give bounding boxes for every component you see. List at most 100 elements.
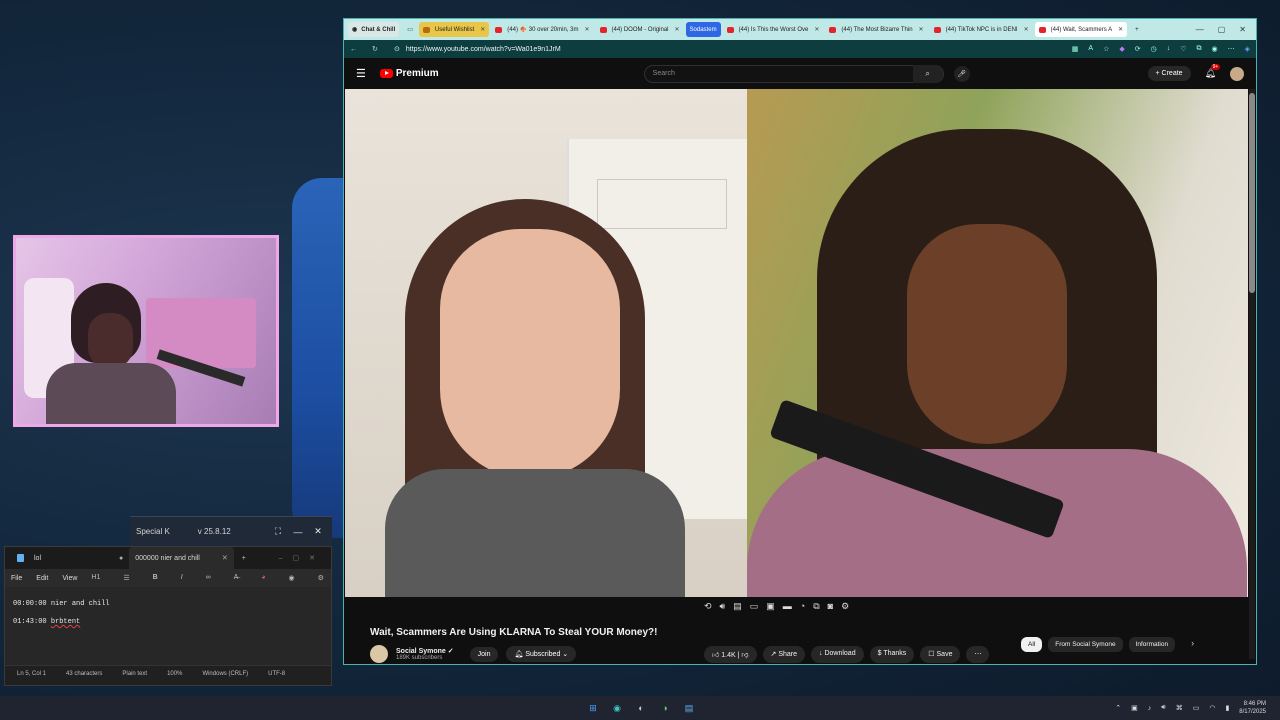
list-icon[interactable]: ☰ xyxy=(123,574,129,582)
fullscreen-icon[interactable]: ⛶ xyxy=(270,525,286,539)
settings-icon[interactable]: ⚙ xyxy=(841,601,849,612)
tab-actions-icon[interactable]: ▭ xyxy=(407,26,413,33)
close-button[interactable]: ✕ xyxy=(310,525,326,539)
tray-volume-icon[interactable]: 🔊︎ xyxy=(1161,704,1165,712)
notepad-tab-nier[interactable]: 000000 nier and chill ✕ xyxy=(129,547,234,569)
speed-icon[interactable]: ◔ xyxy=(800,601,805,612)
create-button[interactable]: + Create xyxy=(1147,66,1191,81)
avatar[interactable] xyxy=(1230,66,1244,81)
tab-item[interactable]: (44) TikTok NPC is in DENI ✕ xyxy=(930,22,1033,37)
tray-wifi-icon[interactable]: ◠ xyxy=(1209,704,1215,712)
chip-information[interactable]: Information xyxy=(1128,637,1176,652)
chevron-right-icon[interactable]: › xyxy=(1191,637,1194,652)
screenshot-icon[interactable]: ◙ xyxy=(828,601,833,612)
notifications-icon[interactable]: 🔔︎ 9+ xyxy=(1205,64,1221,79)
chip-from-channel[interactable]: From Social Symone xyxy=(1048,637,1123,652)
search-input[interactable]: Search ⌕ xyxy=(643,64,944,83)
collections-icon[interactable]: ⧉ xyxy=(1197,45,1202,53)
notepad-text-area[interactable]: 00:00:00 nier and chill 01:43:00 brbtent xyxy=(5,587,331,665)
theater-icon[interactable]: ▬ xyxy=(783,601,792,612)
history-icon[interactable]: ◷ xyxy=(1151,45,1157,53)
tab-item[interactable]: (44) Is This the Worst Ove ✕ xyxy=(723,22,824,37)
account-icon[interactable]: ◉ xyxy=(289,574,295,582)
minimize-button[interactable]: — xyxy=(1196,25,1204,34)
copilot-icon[interactable]: ◈ xyxy=(1245,45,1250,53)
edge-icon[interactable]: ◉ xyxy=(610,701,624,715)
menu-file[interactable]: File xyxy=(11,575,22,582)
tray-mic-icon[interactable]: ♪ xyxy=(1148,705,1152,712)
notepad-tab-lol[interactable]: lol ● xyxy=(11,547,129,569)
chip-all[interactable]: All xyxy=(1021,637,1043,652)
obs-icon[interactable]: ◐ xyxy=(634,701,648,715)
clock[interactable]: 8:46 PM 8/17/2025 xyxy=(1239,700,1266,716)
copilot-icon[interactable]: ◕ xyxy=(261,574,265,582)
cc-icon[interactable]: ▤ xyxy=(733,601,742,612)
menu-edit[interactable]: Edit xyxy=(36,575,48,582)
loop-icon[interactable]: ⟲ xyxy=(704,601,712,612)
refresh-ext-icon[interactable]: ⟳ xyxy=(1135,45,1141,53)
refresh-icon[interactable]: ↻ xyxy=(372,45,394,53)
download-button[interactable]: ↓ Download xyxy=(811,646,864,663)
tray-battery-icon[interactable]: ▮ xyxy=(1225,704,1229,712)
heart-icon[interactable]: ♡ xyxy=(1180,45,1186,53)
notepad-taskbar-icon[interactable]: ▤ xyxy=(682,701,696,715)
youtube-logo[interactable]: Premium xyxy=(379,68,439,79)
save-button[interactable]: ☐ Save xyxy=(920,646,961,663)
tab-item[interactable]: Useful Wishlist ✕ xyxy=(418,22,490,37)
link-icon[interactable]: ∞ xyxy=(206,574,211,582)
heading-dropdown[interactable]: H1 xyxy=(91,574,100,582)
new-tab-button[interactable]: + xyxy=(1135,27,1139,33)
join-button[interactable]: Join xyxy=(469,646,499,662)
thanks-button[interactable]: $ Thanks xyxy=(869,646,915,663)
video-player[interactable] xyxy=(345,89,1248,597)
channel-avatar[interactable] xyxy=(370,645,388,663)
tab-item[interactable]: (44) DOOM - Original ✕ xyxy=(596,22,684,37)
bold-icon[interactable]: B xyxy=(153,574,158,582)
start-icon[interactable]: ⊞ xyxy=(586,701,600,715)
tab-group-chat-chill[interactable]: ◉ Chat & Chill xyxy=(348,22,400,37)
clip-icon[interactable]: ▭ xyxy=(750,601,759,612)
menu-view[interactable]: View xyxy=(62,575,77,582)
window-controls[interactable]: –▢✕ xyxy=(279,554,325,562)
page-scrollbar[interactable] xyxy=(1249,89,1255,659)
tray-app-icon[interactable]: ▣ xyxy=(1131,704,1138,712)
app-icon[interactable]: ◑ xyxy=(658,701,672,715)
voice-search-icon[interactable]: 🎤︎ xyxy=(953,65,970,82)
profile-icon[interactable]: ◉ xyxy=(1212,45,1218,53)
channel-name[interactable]: Social Symone ✓ xyxy=(396,647,454,655)
more-actions-button[interactable]: ⋯ xyxy=(966,646,990,663)
favorite-icon[interactable]: ☆ xyxy=(1103,45,1109,53)
new-tab-button[interactable]: + xyxy=(242,555,246,562)
download-icon[interactable]: ↓ xyxy=(1167,45,1171,53)
back-icon[interactable]: ← xyxy=(350,46,372,53)
video-right-panel xyxy=(747,89,1248,597)
maximize-button[interactable]: ▢ xyxy=(1218,25,1226,34)
miniplayer-icon[interactable]: ▣ xyxy=(766,601,775,612)
clear-format-icon[interactable]: A̶ xyxy=(234,574,239,582)
like-button[interactable]: 👍︎ 1.4K | 👎︎ xyxy=(704,646,757,663)
search-icon[interactable]: ⌕ xyxy=(912,64,943,83)
menu-icon[interactable]: ☰ xyxy=(356,67,366,80)
extension-icon[interactable]: ◆ xyxy=(1119,45,1124,53)
close-button[interactable]: ✕ xyxy=(1239,25,1246,34)
tab-item[interactable]: Sodastem xyxy=(685,22,721,37)
italic-icon[interactable]: I xyxy=(181,574,183,582)
tray-display-icon[interactable]: ▭ xyxy=(1193,704,1200,712)
grid-icon[interactable]: ▦ xyxy=(1072,45,1079,53)
more-icon[interactable]: ⋯ xyxy=(1228,45,1235,53)
url-field[interactable]: https://www.youtube.com/watch?v=Wa01e9n1… xyxy=(400,46,1072,53)
read-aloud-icon[interactable]: A xyxy=(1088,45,1093,53)
close-tab-icon[interactable]: ✕ xyxy=(222,554,228,562)
tab-item[interactable]: (44) 🍖 30 over 20min, 3m ✕ xyxy=(491,22,593,37)
tray-network-icon[interactable]: ⌘ xyxy=(1176,704,1183,712)
chevron-up-icon[interactable]: ⌃ xyxy=(1115,704,1121,712)
address-bar: ← ↻ ⊙ https://www.youtube.com/watch?v=Wa… xyxy=(344,40,1256,58)
tab-item-active[interactable]: (44) Wait, Scammers A ✕ xyxy=(1034,22,1128,37)
share-button[interactable]: ↗ Share xyxy=(762,646,805,663)
subscribed-button[interactable]: 🔔︎ Subscribed ⌄ xyxy=(506,646,577,662)
settings-icon[interactable]: ⚙ xyxy=(318,574,324,582)
volume-icon[interactable]: 🔊︎ xyxy=(720,601,726,612)
tab-item[interactable]: (44) The Most Bizarre Thin ✕ xyxy=(825,22,927,37)
pip-icon[interactable]: ⧉ xyxy=(813,601,819,612)
minimize-button[interactable]: — xyxy=(290,525,306,539)
